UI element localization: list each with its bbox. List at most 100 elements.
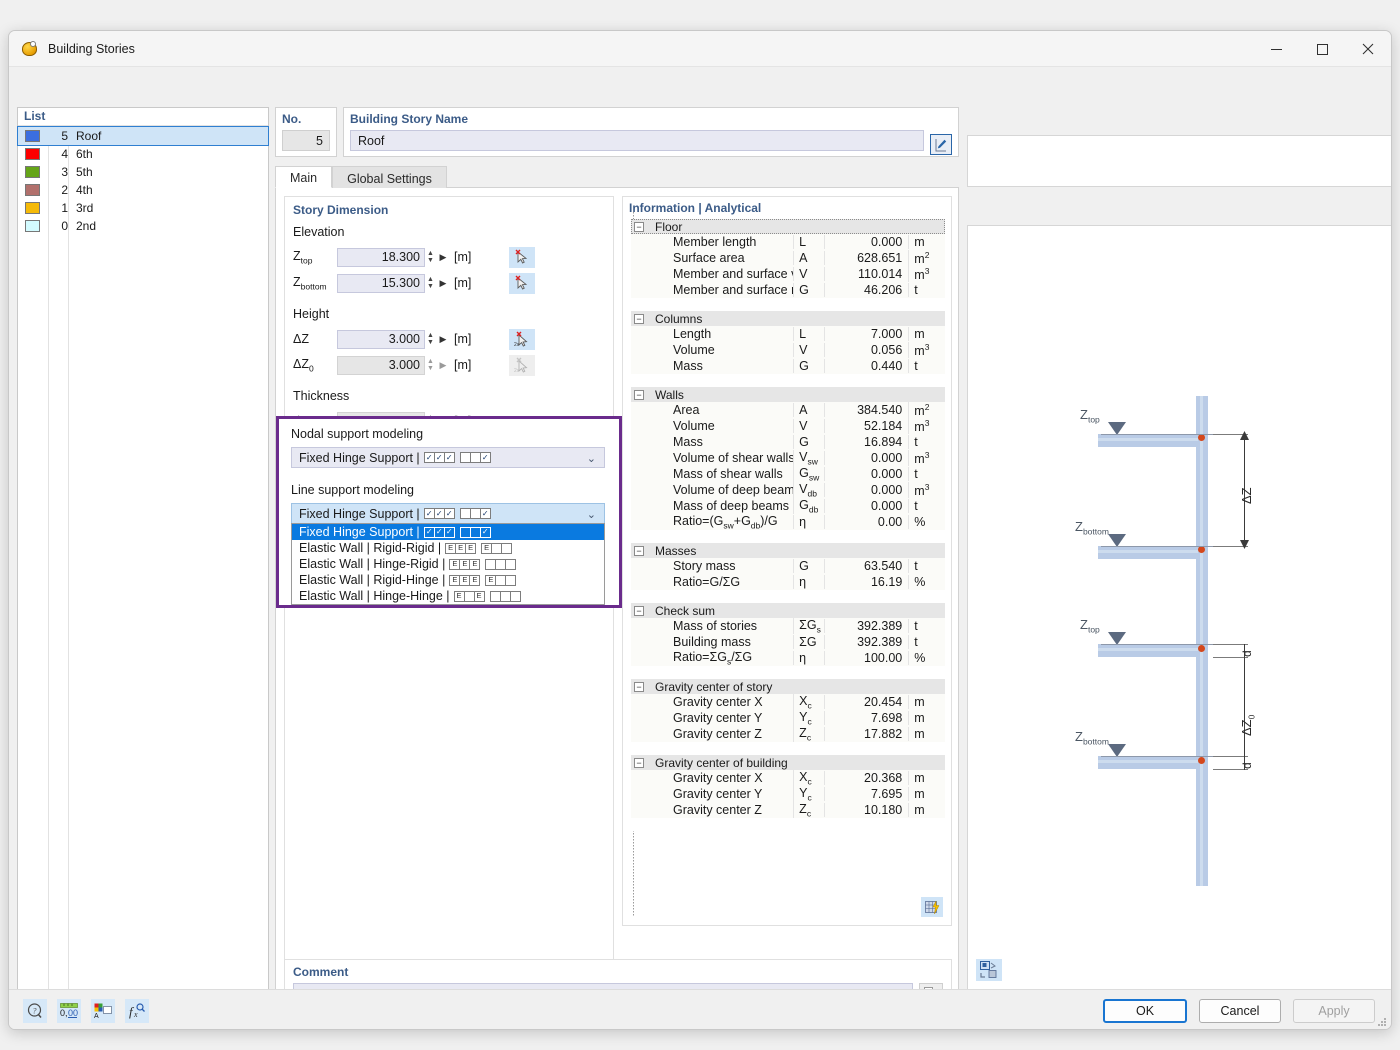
info-row-value: 0.000	[824, 499, 908, 513]
info-row-symbol: η	[793, 651, 824, 665]
info-group-header[interactable]: − Walls	[631, 387, 945, 402]
collapse-icon[interactable]: −	[634, 682, 644, 692]
info-row-unit: t	[908, 559, 945, 573]
info-group-label: Walls	[655, 388, 684, 402]
dropdown-option[interactable]: Elastic Wall | Rigid-Hinge |EEEE	[292, 572, 604, 588]
collapse-icon[interactable]: −	[634, 222, 644, 232]
info-row-symbol: G	[793, 359, 824, 373]
info-row: Mass of storiesΣGs392.389t	[631, 618, 945, 634]
list-item[interactable]: 24th	[18, 181, 268, 199]
info-row-unit: t	[908, 435, 945, 449]
info-group-spacer	[631, 590, 945, 603]
help-icon[interactable]: ?	[23, 999, 47, 1023]
zbottom-more-button[interactable]: ▶	[436, 278, 450, 289]
height-label: Height	[293, 307, 329, 321]
info-row-value: 0.000	[824, 235, 908, 249]
minimize-button[interactable]	[1253, 31, 1299, 67]
close-button[interactable]	[1345, 31, 1391, 67]
zbottom-input[interactable]: 15.300	[337, 274, 425, 293]
story-number: 1	[49, 201, 68, 215]
ztop-pick-point-icon[interactable]	[509, 247, 535, 268]
dropdown-option[interactable]: Fixed Hinge Support |✓✓✓✓	[292, 524, 604, 540]
comment-label: Comment	[293, 965, 348, 979]
cancel-button[interactable]: Cancel	[1199, 999, 1281, 1023]
collapse-icon[interactable]: −	[634, 758, 644, 768]
formula-icon[interactable]: fx	[125, 999, 149, 1023]
nodal-support-value: Fixed Hinge Support |	[299, 451, 420, 465]
info-row-value: 392.389	[824, 635, 908, 649]
collapse-icon[interactable]: −	[634, 606, 644, 616]
dz0-more-button[interactable]: ▶	[436, 360, 450, 371]
collapse-icon[interactable]: −	[634, 546, 644, 556]
ok-button[interactable]: OK	[1103, 999, 1187, 1023]
list-item[interactable]: 35th	[18, 163, 268, 181]
dz-spinner[interactable]: ▲▼	[425, 330, 436, 349]
preview-top-panel	[967, 135, 1392, 187]
tab-main[interactable]: Main	[275, 166, 332, 188]
story-name-input[interactable]: Roof	[350, 130, 924, 151]
list-item[interactable]: 02nd	[18, 217, 268, 235]
info-row-symbol: G	[793, 283, 824, 297]
info-row-name: Ratio=G/ΣG	[631, 575, 793, 589]
line-support-label: Line support modeling	[291, 483, 414, 497]
dz0-unit: [m]	[454, 358, 471, 372]
info-row: Member and surface m...G46.206t	[631, 282, 945, 298]
story-color-swatch	[25, 202, 40, 214]
story-number: 2	[49, 183, 68, 197]
info-group-header[interactable]: −Check sum	[631, 603, 945, 618]
tab-global-settings[interactable]: Global Settings	[332, 166, 447, 188]
info-group-header[interactable]: −Masses	[631, 543, 945, 558]
dz-input[interactable]: 3.000	[337, 330, 425, 349]
info-group-header[interactable]: −Floor	[631, 219, 945, 234]
ztop-input[interactable]: 18.300	[337, 248, 425, 267]
ztop-spinner[interactable]: ▲▼	[425, 248, 436, 267]
building-stories-dialog: Building Stories List 5Roof46th35th24th1…	[8, 30, 1392, 1030]
info-group-header[interactable]: −Gravity center of story	[631, 679, 945, 694]
dropdown-option[interactable]: Elastic Wall | Hinge-Rigid |EEE	[292, 556, 604, 572]
dropdown-option-label: Elastic Wall | Rigid-Hinge |	[299, 573, 445, 587]
dz-pick-distance-icon[interactable]: 2x	[509, 329, 535, 350]
collapse-icon[interactable]: −	[634, 314, 644, 324]
ztop-more-button[interactable]: ▶	[436, 252, 450, 263]
dz0-input[interactable]: 3.000	[337, 356, 425, 375]
units-icon[interactable]: 0,00	[57, 999, 81, 1023]
info-row: VolumeV0.056m3	[631, 342, 945, 358]
svg-text:?: ?	[33, 1006, 37, 1015]
story-name: 6th	[76, 147, 93, 161]
info-row: Ratio=G/ΣGη16.19%	[631, 574, 945, 590]
resize-gripper[interactable]	[1377, 1018, 1387, 1028]
dropdown-option[interactable]: Elastic Wall | Hinge-Hinge |EE	[292, 588, 604, 604]
dz-more-button[interactable]: ▶	[436, 334, 450, 345]
diagram-ztop-label: Ztop	[1080, 407, 1100, 425]
dz0-spinner[interactable]: ▲▼	[425, 356, 436, 375]
edit-pencil-icon[interactable]	[930, 134, 952, 155]
info-group-header[interactable]: −Columns	[631, 311, 945, 326]
zbottom-spinner[interactable]: ▲▼	[425, 274, 436, 293]
diagram-settings-icon[interactable]	[976, 959, 1002, 981]
info-group-header[interactable]: −Gravity center of building	[631, 755, 945, 770]
svg-text:2x: 2x	[514, 342, 520, 347]
nodal-support-select[interactable]: Fixed Hinge Support | ✓✓✓✓ ⌄	[291, 447, 605, 468]
app-logo-icon	[21, 40, 39, 58]
info-row-unit: m3	[908, 450, 945, 466]
collapse-icon[interactable]: −	[634, 390, 644, 400]
line-support-select[interactable]: Fixed Hinge Support | ✓✓✓✓ ⌄	[291, 503, 605, 524]
story-color-swatch	[25, 148, 40, 160]
export-table-icon[interactable]	[921, 897, 943, 917]
info-row: Gravity center XXc20.368m	[631, 770, 945, 786]
info-row-unit: m2	[908, 250, 945, 266]
elastic-box-icon: E	[469, 559, 480, 570]
info-row: Volume of shear wallsVsw0.000m3	[631, 450, 945, 466]
title-bar: Building Stories	[9, 31, 1391, 67]
list-item[interactable]: 46th	[18, 145, 268, 163]
maximize-button[interactable]	[1299, 31, 1345, 67]
display-properties-icon[interactable]: A	[91, 999, 115, 1023]
list-item[interactable]: 13rd	[18, 199, 268, 217]
dropdown-option[interactable]: Elastic Wall | Rigid-Rigid |EEEE	[292, 540, 604, 556]
zbottom-pick-point-icon[interactable]	[509, 273, 535, 294]
diagram2-d-label-bottom: d	[1240, 762, 1254, 769]
list-item[interactable]: 5Roof	[18, 127, 268, 145]
info-row-unit: m	[908, 771, 945, 785]
info-row-unit: m3	[908, 482, 945, 498]
dz-unit: [m]	[454, 332, 471, 346]
